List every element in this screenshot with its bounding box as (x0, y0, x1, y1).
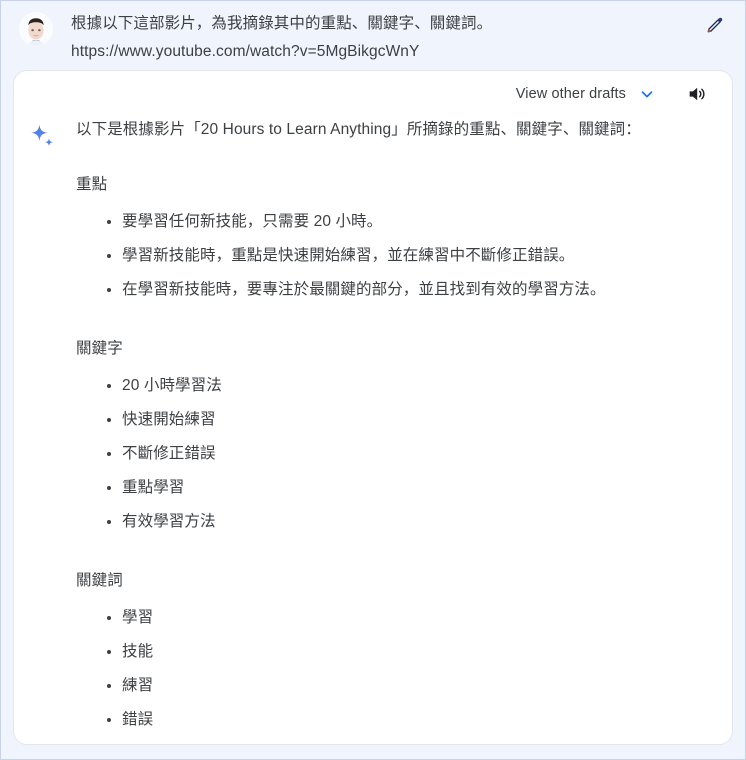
edit-prompt-button[interactable] (701, 11, 729, 39)
view-other-drafts-label: View other drafts (515, 86, 626, 102)
volume-up-icon (689, 87, 705, 101)
bullet-list: 學習 技能 練習 錯誤 (76, 601, 704, 737)
bullet-list: 20 小時學習法 快速開始練習 不斷修正錯誤 重點學習 有效學習方法 (76, 369, 704, 539)
list-item: 技能 (76, 635, 704, 669)
list-item: 不斷修正錯誤 (76, 437, 704, 471)
prompt-text: 根據以下這部影片，為我摘錄其中的重點、關鍵字、關鍵詞。 (71, 15, 493, 32)
list-item: 要學習任何新技能，只需要 20 小時。 (76, 205, 704, 239)
list-item: 練習 (76, 669, 704, 703)
answer-intro: 以下是根據影片「20 Hours to Learn Anything」所摘錄的重… (76, 121, 641, 138)
list-item: 重點學習 (76, 471, 704, 505)
listen-button[interactable] (680, 77, 714, 111)
view-other-drafts-button[interactable]: View other drafts (510, 81, 662, 107)
bullet-list: 要學習任何新技能，只需要 20 小時。 學習新技能時，重點是快速開始練習，並在練習… (76, 205, 704, 307)
chat-window: 根據以下這部影片，為我摘錄其中的重點、關鍵字、關鍵詞。 https://www.… (0, 0, 746, 760)
list-item: 學習 (76, 601, 704, 635)
pencil-icon (707, 17, 723, 33)
user-prompt-row: 根據以下這部影片，為我摘錄其中的重點、關鍵字、關鍵詞。 https://www.… (1, 1, 745, 80)
list-item: 快速開始練習 (76, 403, 704, 437)
sparkle-wrap (28, 117, 62, 737)
prompt-url[interactable]: https://www.youtube.com/watch?v=5MgBikgc… (71, 38, 695, 66)
section-heading: 重點 (76, 176, 108, 193)
prompt-text-block: 根據以下這部影片，為我摘錄其中的重點、關鍵字、關鍵詞。 https://www.… (53, 10, 731, 66)
response-card: View other drafts 以下是根據影片「20 Hours to Le… (13, 70, 733, 745)
gemini-sparkle-icon (31, 124, 54, 147)
list-item: 20 小時學習法 (76, 369, 704, 403)
list-item: 在學習新技能時，要專注於最關鍵的部分，並且找到有效的學習方法。 (76, 273, 704, 307)
answer-body: 以下是根據影片「20 Hours to Learn Anything」所摘錄的重… (62, 117, 714, 737)
avatar (19, 12, 53, 46)
answer-sections: 重點要學習任何新技能，只需要 20 小時。 學習新技能時，重點是快速開始練習，並在… (76, 173, 704, 737)
chevron-down-icon (638, 85, 656, 103)
list-item: 學習新技能時，重點是快速開始練習，並在練習中不斷修正錯誤。 (76, 239, 704, 273)
section-heading: 關鍵字 (76, 340, 123, 357)
answer-block: 以下是根據影片「20 Hours to Learn Anything」所摘錄的重… (14, 117, 732, 737)
list-item: 錯誤 (76, 703, 704, 737)
avatar-illustration (19, 12, 53, 46)
section-heading: 關鍵詞 (76, 572, 123, 589)
list-item: 有效學習方法 (76, 505, 704, 539)
drafts-bar: View other drafts (14, 71, 732, 117)
